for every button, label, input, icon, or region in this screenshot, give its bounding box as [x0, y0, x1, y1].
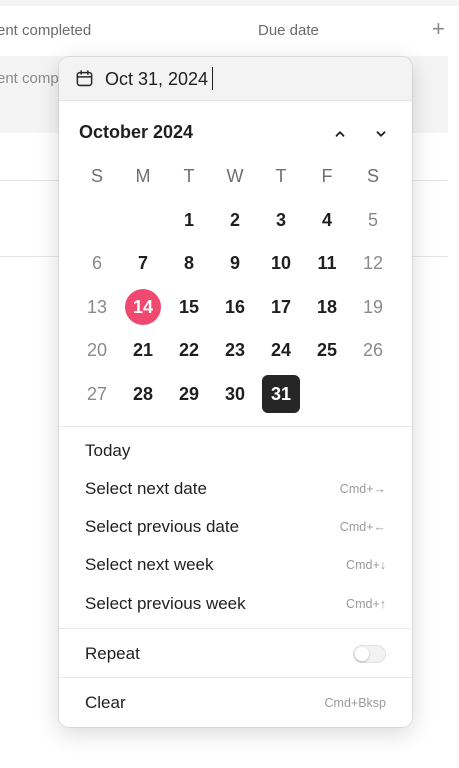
weekday-label: T — [275, 165, 287, 186]
calendar-day[interactable]: 6 — [78, 244, 116, 282]
calendar-day[interactable]: 13 — [78, 288, 116, 326]
calendar-day[interactable]: 18 — [308, 288, 346, 326]
previous-month-button[interactable] — [327, 121, 353, 147]
calendar-day-selected[interactable]: 31 — [262, 375, 300, 413]
top-strip — [0, 0, 459, 6]
calendar-day[interactable]: 19 — [354, 288, 392, 326]
calendar-day[interactable]: 7 — [124, 244, 162, 282]
calendar-day[interactable]: 21 — [124, 331, 162, 369]
column-header-completed[interactable]: ent completed — [0, 22, 91, 39]
date-picker-popover: October 2024 S M T W T F S 1 2 3 4 5 6 7… — [59, 57, 412, 727]
chevron-up-icon — [335, 131, 345, 137]
menu-item-label: Repeat — [85, 644, 140, 663]
weekday-label: T — [183, 165, 195, 186]
text-caret — [212, 67, 213, 90]
calendar-day[interactable]: 8 — [170, 244, 208, 282]
shortcut-hint: Cmd+↓ — [346, 558, 386, 572]
calendar-day[interactable]: 9 — [216, 244, 254, 282]
calendar-day[interactable]: 1 — [170, 201, 208, 239]
column-header-due-date[interactable]: Due date — [258, 22, 319, 39]
calendar-day[interactable]: 23 — [216, 331, 254, 369]
menu-item-label: Select next week — [85, 555, 214, 574]
chevron-down-icon — [376, 131, 386, 137]
calendar-day[interactable]: 25 — [308, 331, 346, 369]
weekday-label: W — [226, 165, 244, 186]
calendar-icon — [76, 70, 93, 87]
calendar-day[interactable]: 30 — [216, 375, 254, 413]
weekday-label: F — [321, 165, 333, 186]
calendar-day[interactable]: 29 — [170, 375, 208, 413]
calendar-day[interactable]: 2 — [216, 201, 254, 239]
calendar-day[interactable]: 27 — [78, 375, 116, 413]
month-title: October 2024 — [79, 122, 194, 142]
menu-item-label: Select previous date — [85, 517, 240, 536]
calendar-day[interactable]: 26 — [354, 331, 392, 369]
calendar-day[interactable]: 12 — [354, 244, 392, 282]
menu-item-label: Select next date — [85, 479, 207, 498]
menu-item-label: Today — [85, 441, 131, 460]
menu-item-select-previous-date[interactable]: Select previous date Cmd+← — [59, 510, 412, 544]
section-divider — [59, 628, 412, 629]
next-month-button[interactable] — [368, 121, 394, 147]
weekday-label: M — [135, 165, 151, 186]
weekday-label: S — [90, 165, 103, 186]
menu-item-select-previous-week[interactable]: Select previous week Cmd+↑ — [59, 587, 412, 621]
shortcut-hint: Cmd+← — [339, 520, 386, 534]
shortcut-hint: Cmd+↑ — [346, 597, 386, 611]
calendar-day[interactable]: 28 — [124, 375, 162, 413]
menu-item-repeat[interactable]: Repeat — [59, 637, 412, 671]
calendar-day[interactable]: 3 — [262, 201, 300, 239]
calendar-day[interactable]: 24 — [262, 331, 300, 369]
menu-item-clear[interactable]: Clear Cmd+Bksp — [59, 686, 412, 720]
toggle-knob — [355, 647, 369, 661]
calendar-day[interactable]: 15 — [170, 288, 208, 326]
shortcut-hint: Cmd+Bksp — [324, 696, 386, 710]
menu-item-today[interactable]: Today — [59, 434, 412, 468]
date-input[interactable] — [105, 65, 365, 93]
calendar-day[interactable]: 17 — [262, 288, 300, 326]
menu-item-label: Clear — [85, 693, 126, 712]
calendar-day[interactable]: 10 — [262, 244, 300, 282]
weekday-label: S — [366, 165, 379, 186]
calendar-day[interactable]: 5 — [354, 201, 392, 239]
calendar-day[interactable]: 20 — [78, 331, 116, 369]
section-divider — [59, 426, 412, 427]
calendar-day[interactable]: 11 — [308, 244, 346, 282]
date-input-row — [59, 57, 412, 101]
section-divider — [59, 677, 412, 678]
calendar-day-today[interactable]: 14 — [125, 289, 161, 325]
menu-item-select-next-week[interactable]: Select next week Cmd+↓ — [59, 548, 412, 582]
repeat-toggle[interactable] — [353, 645, 386, 663]
add-column-icon[interactable]: + — [432, 18, 445, 40]
menu-item-select-next-date[interactable]: Select next date Cmd+→ — [59, 472, 412, 506]
calendar-day[interactable]: 4 — [308, 201, 346, 239]
calendar-day[interactable]: 22 — [170, 331, 208, 369]
menu-item-label: Select previous week — [85, 594, 246, 613]
selected-row-cell: ent comp — [0, 70, 59, 87]
calendar-day[interactable]: 16 — [216, 288, 254, 326]
shortcut-hint: Cmd+→ — [339, 482, 386, 496]
